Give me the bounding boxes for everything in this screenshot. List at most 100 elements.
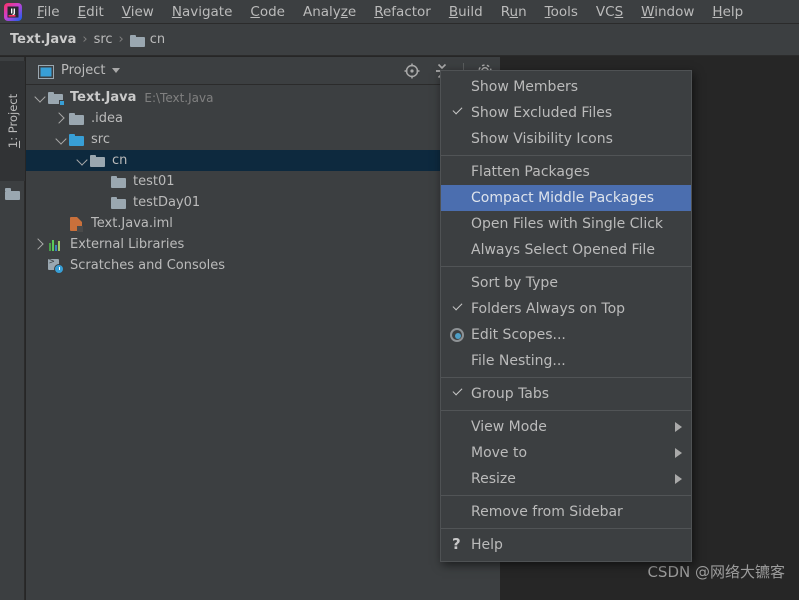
menu-gutter-spacer (445, 74, 471, 100)
submenu-arrow-icon (675, 474, 682, 484)
menu-gutter-spacer (445, 185, 471, 211)
menu-bar-item-run[interactable]: Run (492, 0, 536, 24)
menu-item-label: Show Excluded Files (471, 105, 613, 121)
menu-separator (441, 495, 691, 496)
breadcrumb-item-src[interactable]: src (94, 32, 113, 47)
menu-item-show-visibility-icons[interactable]: Show Visibility Icons (441, 126, 691, 152)
project-panel-title: Project (61, 63, 106, 78)
breadcrumb-item-text-java[interactable]: Text.Java (10, 32, 76, 47)
breadcrumb-separator: › (118, 32, 124, 47)
tree-row[interactable]: Text.Java.iml (26, 213, 500, 234)
menu-bar-item-build[interactable]: Build (440, 0, 492, 24)
menu-bar-item-edit[interactable]: Edit (69, 0, 113, 24)
menu-item-label: Sort by Type (471, 275, 558, 291)
menu-bar-item-code[interactable]: Code (241, 0, 294, 24)
menu-item-edit-scopes[interactable]: Edit Scopes... (441, 322, 691, 348)
menu-item-show-excluded-files[interactable]: Show Excluded Files (441, 100, 691, 126)
menu-item-label: Group Tabs (471, 386, 550, 402)
menu-item-folders-always-on-top[interactable]: Folders Always on Top (441, 296, 691, 322)
menu-item-always-select-opened-file[interactable]: Always Select Opened File (441, 237, 691, 263)
menu-bar-item-refactor[interactable]: Refactor (365, 0, 440, 24)
menu-item-compact-middle-packages[interactable]: Compact Middle Packages (441, 185, 691, 211)
menu-bar-item-file[interactable]: File (28, 0, 69, 24)
tree-row-label: testDay01 (133, 195, 201, 210)
sidebar-item-project-label: 1: Project (5, 93, 20, 149)
project-tree: Text.Java E:\Text.Java .idea src cn test01 tes… (26, 85, 500, 276)
menu-separator (441, 528, 691, 529)
chevron-down-icon[interactable] (76, 154, 88, 166)
menu-bar-item-analyze[interactable]: Analyze (294, 0, 365, 24)
folder-icon (69, 112, 85, 126)
select-opened-file-icon[interactable] (403, 62, 421, 80)
chevron-right-icon[interactable] (32, 238, 45, 250)
tree-row-label: cn (112, 153, 128, 168)
chevron-down-icon[interactable] (55, 133, 67, 145)
menu-item-file-nesting[interactable]: File Nesting... (441, 348, 691, 374)
menu-item-help[interactable]: ? Help (441, 532, 691, 558)
menu-item-show-members[interactable]: Show Members (441, 74, 691, 100)
tree-row-label: Text.Java.iml (91, 216, 173, 231)
source-folder-icon (69, 133, 85, 147)
menu-gutter-spacer (445, 348, 471, 374)
tree-row[interactable]: src (26, 129, 500, 150)
menu-item-label: Resize (471, 471, 516, 487)
menu-item-move-to[interactable]: Move to (441, 440, 691, 466)
menu-bar-item-help[interactable]: Help (703, 0, 752, 24)
chevron-down-icon[interactable] (34, 91, 46, 103)
tree-row-label: .idea (91, 111, 123, 126)
menu-bar-items: File Edit View Navigate Code Analyze Refactor B… (28, 0, 752, 24)
menu-item-resize[interactable]: Resize (441, 466, 691, 492)
menu-item-label: View Mode (471, 419, 547, 435)
checkmark-icon (445, 381, 471, 407)
chevron-down-icon[interactable] (112, 68, 121, 73)
menu-item-label: Remove from Sidebar (471, 504, 623, 520)
menu-gutter-spacer (445, 440, 471, 466)
tree-row[interactable]: Scratches and Consoles (26, 255, 500, 276)
menu-bar-item-navigate[interactable]: Navigate (163, 0, 242, 24)
submenu-arrow-icon (675, 422, 682, 432)
project-tool-window: Project Text.Java E:\Text.Java .idea src… (26, 57, 500, 600)
folder-icon (129, 34, 145, 47)
menu-item-group-tabs[interactable]: Group Tabs (441, 381, 691, 407)
menu-separator (441, 410, 691, 411)
menu-item-label: Flatten Packages (471, 164, 590, 180)
menu-bar-item-vcs[interactable]: VCS (587, 0, 632, 24)
tree-row[interactable]: External Libraries (26, 234, 500, 255)
breadcrumb-items: Text.Java › src › cn (10, 32, 165, 47)
menu-item-view-mode[interactable]: View Mode (441, 414, 691, 440)
folder-icon (111, 175, 127, 189)
menu-gutter-spacer (445, 211, 471, 237)
menu-item-flatten-packages[interactable]: Flatten Packages (441, 159, 691, 185)
menu-separator (441, 266, 691, 267)
tree-row[interactable]: .idea (26, 108, 500, 129)
menu-item-remove-from-sidebar[interactable]: Remove from Sidebar (441, 499, 691, 525)
tree-row-path: E:\Text.Java (144, 90, 214, 105)
menu-bar-item-view[interactable]: View (113, 0, 163, 24)
menu-item-label: Show Members (471, 79, 579, 95)
folder-icon (111, 196, 127, 210)
intellij-idea-logo-icon: IJ (3, 2, 23, 22)
menu-item-open-files-with-single-click[interactable]: Open Files with Single Click (441, 211, 691, 237)
menu-gutter-spacer (445, 159, 471, 185)
menu-item-label: Folders Always on Top (471, 301, 626, 317)
chevron-right-icon[interactable] (53, 112, 66, 124)
menu-item-label: Edit Scopes... (471, 327, 566, 343)
tree-row[interactable]: testDay01 (26, 192, 500, 213)
tree-row-label: test01 (133, 174, 175, 189)
menu-gutter-spacer (445, 237, 471, 263)
menu-separator (441, 377, 691, 378)
sidebar-item-project-tab[interactable]: 1: Project (0, 61, 25, 181)
menu-item-label: Help (471, 537, 503, 553)
iml-file-icon (69, 216, 85, 232)
menu-bar-item-window[interactable]: Window (632, 0, 703, 24)
external-libraries-icon (48, 238, 64, 252)
tree-row[interactable]: Text.Java E:\Text.Java (26, 87, 500, 108)
menu-bar-item-tools[interactable]: Tools (536, 0, 587, 24)
breadcrumb-item-cn[interactable]: cn (150, 32, 165, 47)
menu-item-sort-by-type[interactable]: Sort by Type (441, 270, 691, 296)
tree-row[interactable]: cn (26, 150, 500, 171)
tree-row[interactable]: test01 (26, 171, 500, 192)
project-view-icon (38, 64, 54, 79)
tree-twisty-spacer (97, 176, 108, 187)
menu-item-label: Move to (471, 445, 528, 461)
